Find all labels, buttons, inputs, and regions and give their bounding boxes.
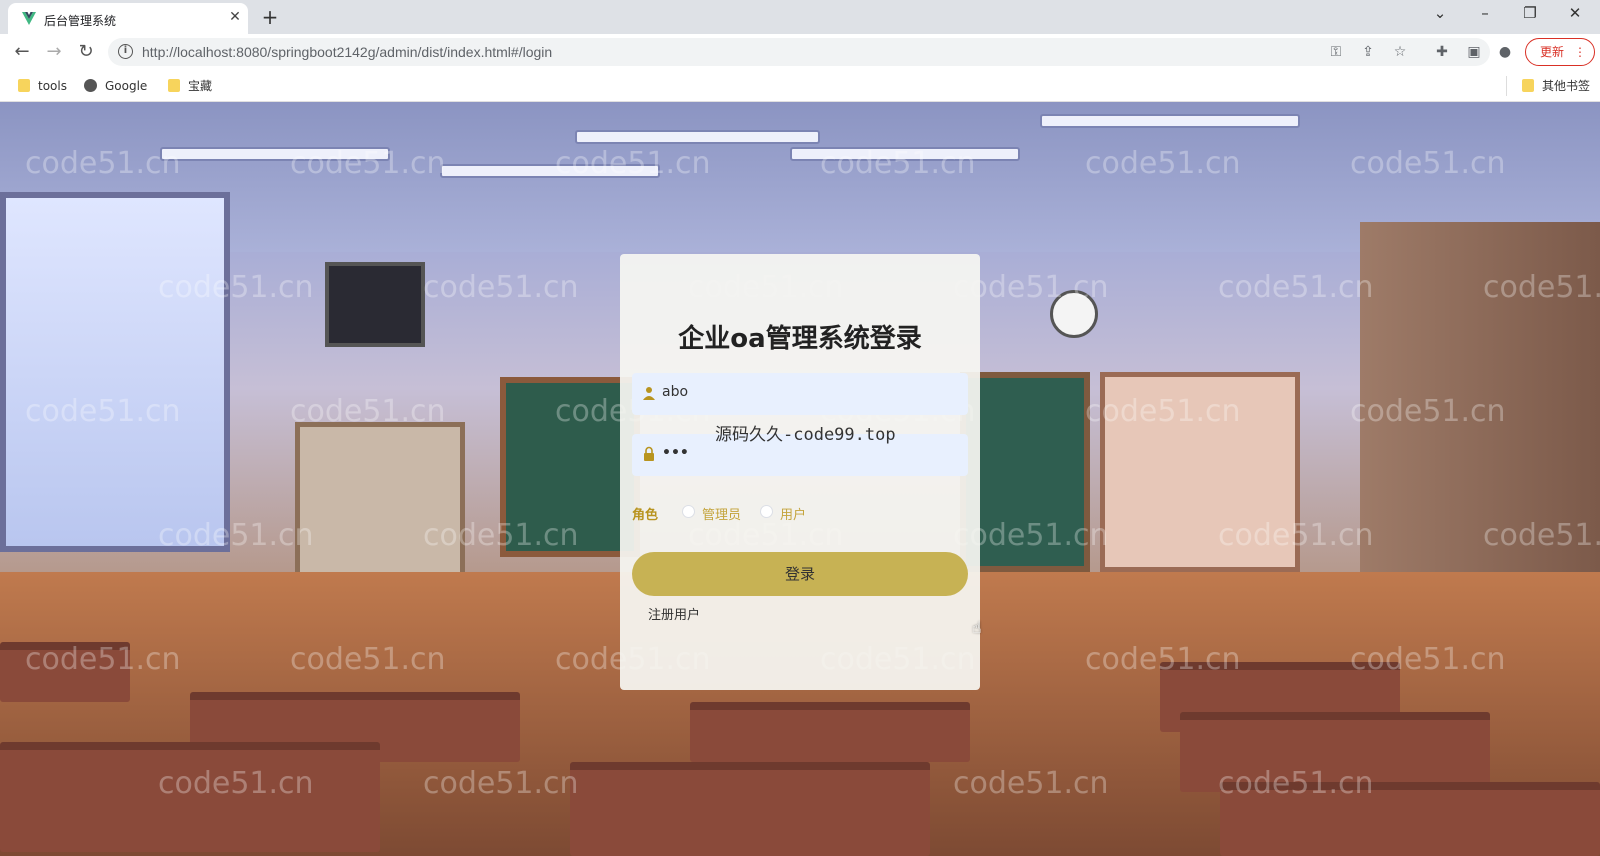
bg-ceiling-light: [1040, 114, 1300, 128]
user-icon: [643, 387, 655, 400]
login-button[interactable]: 登录: [632, 552, 968, 596]
role-radio-admin[interactable]: [682, 505, 695, 518]
vue-logo-icon: [22, 12, 36, 25]
role-label-user[interactable]: 用户: [780, 504, 806, 523]
bookmark-google[interactable]: Google: [84, 78, 147, 94]
watermark: code51.cn: [1218, 766, 1374, 801]
watermark: code51.cn: [1085, 394, 1241, 429]
tab-search-icon[interactable]: ⌄: [1425, 4, 1455, 22]
bg-desk: [570, 762, 930, 856]
watermark: code51.cn: [290, 642, 446, 677]
watermark: code51.cn: [1085, 642, 1241, 677]
watermark: code51.cn: [1085, 146, 1241, 181]
new-tab-button[interactable]: +: [258, 5, 282, 29]
bookmark-treasure[interactable]: 宝藏: [168, 78, 212, 94]
side-panel-icon[interactable]: ▣: [1464, 42, 1484, 62]
tab-bar: 后台管理系统 ✕ + ⌄ – ❐ ✕: [0, 0, 1600, 34]
watermark: code51.cn: [1483, 270, 1600, 305]
tab-close-icon[interactable]: ✕: [226, 9, 244, 25]
watermark: code51.cn: [25, 146, 181, 181]
watermark: code51.cn: [555, 146, 711, 181]
login-card: 企业oa管理系统登录 ••• 角色 管理员 用户 登录 注册用户: [620, 254, 980, 690]
bookmark-other[interactable]: 其他书签: [1522, 78, 1590, 94]
star-icon[interactable]: ☆: [1390, 42, 1410, 62]
bg-desk: [690, 702, 970, 762]
lock-icon: [644, 446, 654, 461]
register-link[interactable]: 注册用户: [648, 604, 700, 623]
window-close-icon[interactable]: ✕: [1560, 4, 1590, 22]
watermark: code51.cn: [423, 766, 579, 801]
bg-window: [0, 192, 230, 552]
watermark: code51.cn: [423, 270, 579, 305]
minimize-icon[interactable]: –: [1470, 4, 1500, 22]
bg-tv: [325, 262, 425, 347]
watermark: code51.cn: [25, 394, 181, 429]
watermark: code51.cn: [290, 394, 446, 429]
watermark: code51.cn: [290, 146, 446, 181]
folder-icon: [1522, 79, 1534, 92]
key-icon[interactable]: ⚿: [1326, 42, 1346, 62]
tab-title: 后台管理系统: [44, 14, 117, 28]
watermark: code51.cn: [158, 766, 314, 801]
watermark: code51.cn: [1218, 518, 1374, 553]
username-field[interactable]: [632, 373, 968, 415]
bg-ceiling-light: [575, 130, 820, 144]
password-input[interactable]: •••: [662, 445, 952, 461]
bookmark-separator: [1506, 76, 1507, 96]
watermark: code51.cn: [1350, 146, 1506, 181]
address-bar[interactable]: i http://localhost:8080/springboot2142g/…: [108, 38, 1490, 66]
watermark: code51.cn: [423, 518, 579, 553]
watermark: code51.cn: [25, 642, 181, 677]
source-overlay-text: 源码久久-code99.top: [715, 425, 896, 445]
role-label: 角色: [632, 508, 659, 523]
login-title: 企业oa管理系统登录: [678, 324, 922, 354]
watermark: code51.cn: [953, 766, 1109, 801]
watermark: code51.cn: [158, 518, 314, 553]
extensions-icon[interactable]: ✚: [1432, 42, 1452, 62]
globe-icon: [84, 79, 97, 92]
site-info-icon[interactable]: i: [118, 44, 133, 59]
reload-icon[interactable]: ↻: [74, 40, 98, 64]
restore-icon[interactable]: ❐: [1515, 4, 1545, 22]
menu-dots-icon: ⋮: [1574, 45, 1586, 59]
share-icon[interactable]: ⇪: [1358, 42, 1378, 62]
back-icon[interactable]: ←: [10, 40, 34, 64]
update-label: 更新: [1540, 45, 1565, 59]
bookmarks-bar: tools Google 宝藏 其他书签: [0, 70, 1600, 102]
watermark: code51.cn: [1483, 518, 1600, 553]
watermark: code51.cn: [1218, 270, 1374, 305]
hand-cursor-icon: ☝: [972, 618, 982, 637]
browser-toolbar: ← → ↻ i http://localhost:8080/springboot…: [0, 34, 1600, 70]
folder-icon: [168, 79, 180, 92]
folder-icon: [18, 79, 30, 92]
forward-icon[interactable]: →: [42, 40, 66, 64]
role-label-admin[interactable]: 管理员: [702, 504, 741, 523]
watermark: code51.cn: [1350, 642, 1506, 677]
update-button[interactable]: 更新 ⋮: [1525, 38, 1595, 66]
watermark: code51.cn: [158, 270, 314, 305]
username-input[interactable]: [662, 384, 952, 400]
watermark: code51.cn: [1350, 394, 1506, 429]
watermark: code51.cn: [820, 146, 976, 181]
browser-tab[interactable]: 后台管理系统 ✕: [8, 3, 248, 34]
bookmark-tools[interactable]: tools: [18, 78, 67, 94]
profile-icon[interactable]: ●: [1495, 42, 1515, 62]
login-page: code51.cn code51.cn code51.cn code51.cn …: [0, 102, 1600, 856]
role-radio-user[interactable]: [760, 505, 773, 518]
url-text[interactable]: http://localhost:8080/springboot2142g/ad…: [142, 44, 552, 60]
